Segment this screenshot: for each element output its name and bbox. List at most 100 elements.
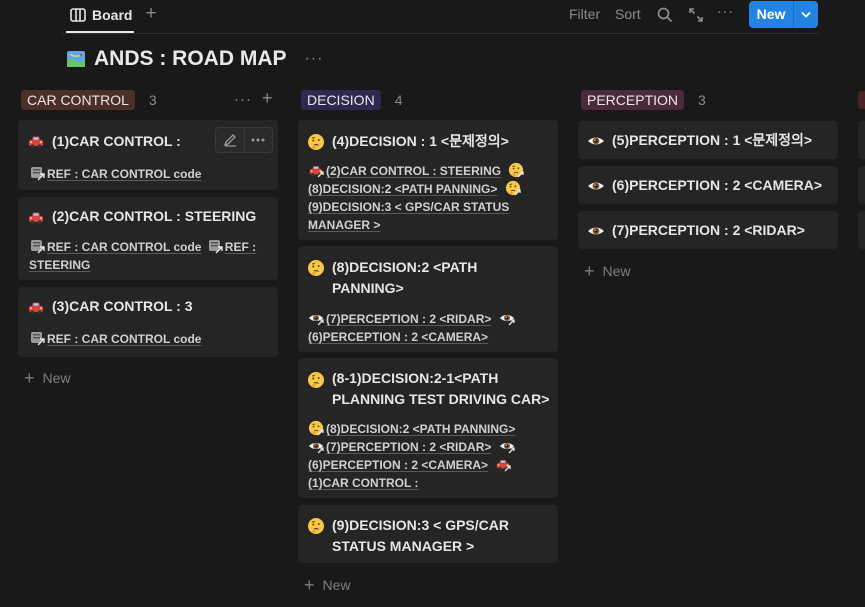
card-title: (4)DECISION : 1 <문제정의> xyxy=(332,133,509,149)
more-icon xyxy=(251,138,265,142)
relation-link[interactable]: REF : CAR CONTROL code xyxy=(47,332,201,346)
column-header-decision: DECISION 4 xyxy=(301,89,402,111)
eye-icon xyxy=(587,177,605,195)
plus-icon: + xyxy=(304,575,315,595)
document-link-icon xyxy=(207,238,223,254)
column-tag[interactable]: DECISION xyxy=(301,90,381,110)
edit-button[interactable] xyxy=(216,128,244,152)
relation-link[interactable]: MANAGER > xyxy=(308,218,380,232)
relation-link[interactable]: REF : CAR CONTROL code xyxy=(47,240,201,254)
relation-link[interactable]: (9)DECISION:3 < GPS/CAR STATUS xyxy=(308,200,509,214)
relation-link[interactable]: (1)CAR CONTROL : xyxy=(308,476,418,490)
column-header-perception: PERCEPTION 3 xyxy=(581,89,706,111)
document-link-icon xyxy=(29,165,45,181)
relation-link[interactable]: (6)PERCEPTION : 2 <CAMERA> xyxy=(308,458,488,472)
relation-link[interactable]: (6)PERCEPTION : 2 <CAMERA> xyxy=(308,330,488,344)
board-card[interactable]: (8-1)DECISION:2-1<PATH PLANNING TEST DRI… xyxy=(298,358,558,498)
eye-link-icon xyxy=(308,438,324,454)
card-title-line-2: PLANNING TEST DRIVING CAR> xyxy=(332,391,550,407)
card-relation: (7)PERCEPTION : 2 <RIDAR> (6)PERCEPTION … xyxy=(308,310,553,346)
car-icon xyxy=(27,208,45,226)
card-relation: REF : CAR CONTROL code xyxy=(29,330,201,348)
column-header-car-control: CAR CONTROL 3 xyxy=(21,89,157,111)
thinking-face-icon xyxy=(307,133,325,151)
view-tab-label: Board xyxy=(92,7,133,23)
toolbar-divider xyxy=(62,33,819,34)
page-more-button[interactable]: ··· xyxy=(305,50,324,68)
column-count: 4 xyxy=(394,92,403,108)
thinking-face-link-icon xyxy=(508,162,524,178)
relation-link[interactable]: REF : xyxy=(225,240,256,254)
board-card[interactable]: (9)DECISION:3 < GPS/CAR STATUS MANAGER > xyxy=(298,505,558,563)
relation-link[interactable]: STEERING xyxy=(29,258,90,272)
thinking-face-icon xyxy=(307,371,325,389)
view-tab-board[interactable]: Board xyxy=(70,5,132,25)
card-title: (7)PERCEPTION : 2 <RIDAR> xyxy=(612,222,805,238)
eye-link-icon xyxy=(308,310,324,326)
add-card-button[interactable]: + New xyxy=(24,368,71,388)
card-title-line-1: (8)DECISION:2 <PATH xyxy=(332,259,478,275)
thinking-face-icon xyxy=(307,259,325,277)
next-column-card[interactable] xyxy=(858,211,865,249)
column-tag[interactable]: PERCEPTION xyxy=(581,90,685,110)
next-column-card[interactable] xyxy=(858,121,865,159)
chevron-down-icon xyxy=(801,11,811,18)
add-card-button[interactable]: + New xyxy=(304,575,351,595)
car-icon xyxy=(27,298,45,316)
relation-link[interactable]: (7)PERCEPTION : 2 <RIDAR> xyxy=(326,440,491,454)
next-column-card[interactable] xyxy=(858,166,865,204)
card-title-line-2: STATUS MANAGER > xyxy=(332,538,475,554)
card-relation: (2)CAR CONTROL : STEERING (8)DECISION:2 … xyxy=(308,162,553,234)
plus-icon: + xyxy=(584,261,595,281)
column-count: 3 xyxy=(148,92,157,108)
next-column-tag[interactable] xyxy=(858,91,865,109)
board-card[interactable]: (4)DECISION : 1 <문제정의> (2)CAR CONTROL : … xyxy=(298,120,558,240)
card-relation: REF : CAR CONTROL code REF : STEERING xyxy=(29,238,274,274)
page-title-row: ANDS : ROAD MAP ··· xyxy=(66,44,323,74)
column-add-button[interactable]: + xyxy=(262,89,273,108)
board-card[interactable]: (8)DECISION:2 <PATH PANNING> (7)PERCEPTI… xyxy=(298,246,558,352)
thinking-face-link-icon xyxy=(308,420,324,436)
eye-link-icon xyxy=(499,310,515,326)
card-hover-actions xyxy=(215,127,273,153)
card-title: (1)CAR CONTROL : xyxy=(52,133,181,149)
column-tag[interactable]: CAR CONTROL xyxy=(21,90,135,110)
relation-link[interactable]: (8)DECISION:2 <PATH PANNING> xyxy=(308,182,497,196)
expand-icon[interactable] xyxy=(686,5,706,25)
document-link-icon xyxy=(29,238,45,254)
board-card[interactable]: (3)CAR CONTROL : 3 REF : CAR CONTROL cod… xyxy=(18,287,278,357)
plus-icon: + xyxy=(24,368,35,388)
add-card-label: New xyxy=(602,263,631,279)
top-bar: Board + Filter Sort ··· New xyxy=(0,0,865,34)
eye-icon xyxy=(587,132,605,150)
card-relation: (8)DECISION:2 <PATH PANNING> (7)PERCEPTI… xyxy=(308,420,553,492)
eye-icon xyxy=(587,222,605,240)
relation-link[interactable]: REF : CAR CONTROL code xyxy=(47,167,201,181)
new-button[interactable]: New xyxy=(749,1,818,28)
board-card[interactable]: (6)PERCEPTION : 2 <CAMERA> xyxy=(578,166,838,204)
car-link-icon xyxy=(308,162,324,178)
board-card[interactable]: (5)PERCEPTION : 1 <문제정의> xyxy=(578,121,838,159)
card-title-line-1: (8-1)DECISION:2-1<PATH xyxy=(332,370,499,386)
board-card[interactable]: (7)PERCEPTION : 2 <RIDAR> xyxy=(578,211,838,249)
new-dropdown-button[interactable] xyxy=(794,1,818,28)
card-relation: REF : CAR CONTROL code xyxy=(29,165,201,183)
relation-link[interactable]: (2)CAR CONTROL : STEERING xyxy=(326,164,501,178)
card-title-line-1: (9)DECISION:3 < GPS/CAR xyxy=(332,517,509,533)
sort-button[interactable]: Sort xyxy=(615,6,641,22)
add-view-button[interactable]: + xyxy=(142,4,160,24)
board-card[interactable]: (2)CAR CONTROL : STEERING REF : CAR CONT… xyxy=(18,197,278,280)
column-more-button[interactable]: ··· xyxy=(234,91,252,108)
card-more-button[interactable] xyxy=(245,128,273,152)
search-icon[interactable] xyxy=(655,5,675,25)
relation-link[interactable]: (8)DECISION:2 <PATH PANNING> xyxy=(326,422,515,436)
filter-button[interactable]: Filter xyxy=(569,6,600,22)
new-button-label[interactable]: New xyxy=(749,1,793,28)
card-title: (5)PERCEPTION : 1 <문제정의> xyxy=(612,132,813,148)
pencil-icon xyxy=(223,134,236,147)
add-card-label: New xyxy=(322,577,351,593)
add-card-button[interactable]: + New xyxy=(584,261,631,281)
more-options-button[interactable]: ··· xyxy=(717,3,734,19)
card-title: (2)CAR CONTROL : STEERING xyxy=(52,208,257,224)
relation-link[interactable]: (7)PERCEPTION : 2 <RIDAR> xyxy=(326,312,491,326)
